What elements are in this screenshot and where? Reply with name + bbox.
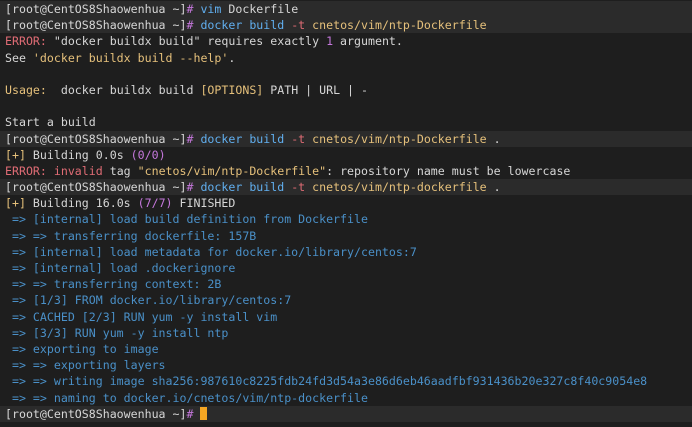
building-text: Building 0.0s (25, 147, 131, 162)
build-step: => => exporting layers (5, 358, 166, 373)
step-count: (0/0) (130, 147, 166, 162)
usage-text-end: PATH | URL | - (263, 82, 368, 97)
prompt-hash: # (186, 131, 194, 146)
terminal-line-9: [root@CentOS8Shaowenhua ~]# docker build… (0, 130, 692, 147)
shell-prompt: [root@CentOS8Shaowenhua ~] (5, 180, 187, 195)
build-step: => => writing image sha256:987610c8225fd… (5, 374, 648, 389)
terminal-line-10: [+] Building 0.0s (0/0) (5, 147, 692, 163)
prompt-hash: # (186, 406, 194, 421)
error-text-end: : repository name must be lowercase (326, 163, 571, 178)
command-name: docker build (200, 180, 285, 195)
error-invalid: invalid (46, 163, 103, 178)
build-step: => [internal] load build definition from… (5, 212, 368, 227)
shell-prompt: [root@CentOS8Shaowenhua ~] (5, 18, 187, 33)
text-cursor[interactable] (200, 406, 208, 420)
command-argument: Dockerfile (228, 2, 299, 16)
error-text-end: argument. (333, 34, 403, 49)
terminal-line-4: See 'docker buildx build --help'. (5, 50, 692, 66)
usage-text: docker buildx build (46, 82, 201, 97)
usage-label: Usage: (5, 82, 47, 97)
terminal-line-1: [root@CentOS8Shaowenhua ~]# vim Dockerfi… (0, 1, 692, 18)
build-step: => => naming to docker.io/cnetos/vim/ntp… (5, 390, 368, 405)
build-step: => [3/3] RUN yum -y install ntp (5, 325, 229, 340)
command-context: . (486, 180, 501, 195)
prompt-hash: # (186, 2, 194, 16)
error-text: "docker buildx build" requires exactly (46, 34, 327, 49)
command-name: docker build (200, 131, 285, 146)
terminal-line-11: ERROR: invalid tag "cnetos/vim/ntp-Docke… (5, 163, 692, 179)
prompt-hash: # (186, 180, 194, 195)
usage-options: [OPTIONS] (200, 82, 264, 97)
command-name: vim (200, 2, 222, 16)
build-step: => [internal] load metadata for docker.i… (5, 244, 417, 259)
terminal-line-2: [root@CentOS8Shaowenhua ~]# docker build… (0, 17, 692, 34)
error-label: ERROR: (5, 163, 47, 178)
terminal-line-6: Usage: docker buildx build [OPTIONS] PAT… (5, 82, 692, 98)
build-step: => CACHED [2/3] RUN yum -y install vim (5, 309, 278, 324)
terminal-line-12: [root@CentOS8Shaowenhua ~]# docker build… (0, 179, 692, 196)
terminal-window[interactable]: [root@CentOS8Shaowenhua ~]# vim Dockerfi… (0, 0, 692, 427)
build-step: => [internal] load .dockerignore (5, 261, 236, 275)
build-step: => => transferring dockerfile: 157B (5, 228, 257, 243)
progress-bracket: [+] (5, 196, 26, 211)
shell-prompt: [root@CentOS8Shaowenhua ~] (5, 131, 187, 146)
finished-text: FINISHED (172, 196, 236, 211)
error-label: ERROR: (5, 34, 47, 49)
hint-text-end: . (228, 50, 236, 65)
error-tag: "cnetos/vim/ntp-Dockerfile" (137, 163, 327, 178)
hint-command: 'docker buildx build --help' (32, 50, 229, 65)
command-argument: cnetos/vim/ntp-Dockerfile (312, 131, 487, 146)
building-text: Building 16.0s (25, 196, 138, 211)
command-flag: -t (291, 131, 306, 146)
terminal-line-8: Start a build (5, 114, 692, 130)
command-name: docker build (200, 18, 285, 33)
progress-bracket: [+] (5, 147, 26, 162)
error-text: tag (102, 163, 138, 178)
build-step: => => transferring context: 2B (5, 277, 222, 292)
shell-prompt: [root@CentOS8Shaowenhua ~] (5, 2, 187, 16)
command-argument: cnetos/vim/ntp-Dockerfile (312, 18, 487, 33)
terminal-line-final: [root@CentOS8Shaowenhua ~]# (0, 405, 692, 422)
shell-prompt: [root@CentOS8Shaowenhua ~] (5, 406, 187, 421)
command-argument: cnetos/vim/ntp-dockerfile (312, 180, 487, 195)
terminal-line-13: [+] Building 16.0s (7/7) FINISHED (5, 195, 692, 211)
command-flag: -t (291, 18, 306, 33)
terminal-line-3: ERROR: "docker buildx build" requires ex… (5, 33, 692, 49)
step-count: (7/7) (137, 196, 173, 211)
prompt-hash: # (186, 18, 194, 33)
build-step: => exporting to image (5, 341, 159, 356)
command-flag: -t (291, 180, 306, 195)
description-text: Start a build (5, 115, 96, 130)
command-context: . (486, 131, 501, 146)
build-step: => [1/3] FROM docker.io/library/centos:7 (5, 293, 292, 308)
hint-text: See (5, 50, 33, 65)
